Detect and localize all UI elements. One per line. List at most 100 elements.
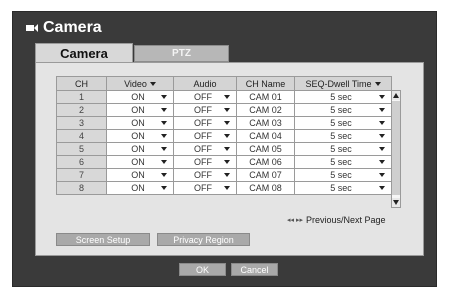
dropdown-arrow-icon[interactable] (379, 160, 385, 164)
dropdown-arrow-icon[interactable] (161, 147, 167, 151)
video-value: ON (131, 157, 145, 167)
dropdown-arrow-icon[interactable] (224, 95, 230, 99)
table-row: 8 ON OFF CAM 08 5 sec (56, 181, 392, 195)
dropdown-arrow-icon[interactable] (224, 147, 230, 151)
scroll-up-icon[interactable] (392, 91, 400, 100)
dropdown-arrow-icon[interactable] (161, 173, 167, 177)
screen-setup-button[interactable]: Screen Setup (56, 233, 150, 246)
dwell-time-value: 5 sec (330, 118, 352, 128)
audio-select[interactable]: OFF (173, 90, 237, 104)
ok-button[interactable]: OK (179, 263, 226, 276)
channel-name[interactable]: CAM 04 (236, 129, 295, 143)
dropdown-arrow-icon[interactable] (379, 95, 385, 99)
audio-select[interactable]: OFF (173, 116, 237, 130)
video-select[interactable]: ON (106, 181, 174, 195)
channel-name[interactable]: CAM 03 (236, 116, 295, 130)
tab-ptz[interactable]: PTZ (134, 45, 229, 62)
dropdown-arrow-icon[interactable] (379, 108, 385, 112)
camera-icon (26, 24, 38, 32)
dropdown-arrow-icon[interactable] (161, 134, 167, 138)
dwell-time-select[interactable]: 5 sec (294, 142, 392, 156)
dwell-time-select[interactable]: 5 sec (294, 129, 392, 143)
dwell-time-value: 5 sec (330, 170, 352, 180)
video-select[interactable]: ON (106, 168, 174, 182)
dropdown-arrow-icon[interactable] (161, 160, 167, 164)
header-ch-name: CH Name (236, 76, 295, 91)
audio-select[interactable]: OFF (173, 103, 237, 117)
dialog-title-text: Camera (43, 19, 102, 36)
table-row: 4 ON OFF CAM 04 5 sec (56, 129, 392, 143)
dwell-time-value: 5 sec (330, 92, 352, 102)
dropdown-arrow-icon[interactable] (379, 173, 385, 177)
video-select[interactable]: ON (106, 129, 174, 143)
channel-name[interactable]: CAM 05 (236, 142, 295, 156)
channel-name[interactable]: CAM 07 (236, 168, 295, 182)
channel-name[interactable]: CAM 01 (236, 90, 295, 104)
header-video[interactable]: Video (106, 76, 174, 91)
channel-number: 4 (56, 129, 107, 143)
channel-number: 2 (56, 103, 107, 117)
dropdown-arrow-icon[interactable] (224, 186, 230, 190)
video-select[interactable]: ON (106, 142, 174, 156)
tab-camera[interactable]: Camera (35, 43, 133, 62)
video-value: ON (131, 92, 145, 102)
channel-number: 1 (56, 90, 107, 104)
audio-value: OFF (194, 118, 212, 128)
channel-name[interactable]: CAM 08 (236, 181, 295, 195)
dropdown-arrow-icon[interactable] (161, 95, 167, 99)
dwell-time-select[interactable]: 5 sec (294, 116, 392, 130)
dropdown-arrow-icon[interactable] (161, 121, 167, 125)
audio-select[interactable]: OFF (173, 181, 237, 195)
audio-select[interactable]: OFF (173, 168, 237, 182)
scroll-down-icon[interactable] (392, 198, 400, 207)
dwell-time-select[interactable]: 5 sec (294, 181, 392, 195)
dwell-time-value: 5 sec (330, 183, 352, 193)
channel-name[interactable]: CAM 06 (236, 155, 295, 169)
dropdown-arrow-icon[interactable] (161, 186, 167, 190)
dwell-time-select[interactable]: 5 sec (294, 168, 392, 182)
channel-number: 5 (56, 142, 107, 156)
audio-value: OFF (194, 92, 212, 102)
video-value: ON (131, 144, 145, 154)
table-scrollbar[interactable] (391, 90, 401, 208)
video-select[interactable]: ON (106, 155, 174, 169)
dropdown-arrow-icon[interactable] (161, 108, 167, 112)
dwell-time-select[interactable]: 5 sec (294, 155, 392, 169)
dropdown-arrow-icon[interactable] (224, 173, 230, 177)
camera-table: CH Video Audio CH Name SEQ-Dwell Time 1 O… (56, 76, 392, 195)
dwell-time-select[interactable]: 5 sec (294, 90, 392, 104)
table-row: 6 ON OFF CAM 06 5 sec (56, 155, 392, 169)
video-value: ON (131, 131, 145, 141)
page-navigation[interactable]: ◂◂ ▸▸ Previous/Next Page (287, 215, 386, 225)
dialog-title: Camera (26, 18, 102, 38)
dropdown-arrow-icon[interactable] (224, 108, 230, 112)
audio-select[interactable]: OFF (173, 155, 237, 169)
dwell-time-select[interactable]: 5 sec (294, 103, 392, 117)
audio-value: OFF (194, 170, 212, 180)
dwell-time-value: 5 sec (330, 144, 352, 154)
dropdown-arrow-icon[interactable] (224, 160, 230, 164)
audio-select[interactable]: OFF (173, 129, 237, 143)
dropdown-arrow-icon[interactable] (224, 121, 230, 125)
privacy-region-button[interactable]: Privacy Region (157, 233, 250, 246)
video-select[interactable]: ON (106, 116, 174, 130)
scroll-thumb[interactable] (392, 101, 400, 195)
header-seq-dwell-time[interactable]: SEQ-Dwell Time (294, 76, 392, 91)
dwell-time-value: 5 sec (330, 157, 352, 167)
header-audio: Audio (173, 76, 237, 91)
prev-next-icon[interactable]: ◂◂ ▸▸ (287, 216, 303, 224)
video-value: ON (131, 118, 145, 128)
dropdown-arrow-icon[interactable] (379, 121, 385, 125)
dropdown-arrow-icon[interactable] (224, 134, 230, 138)
table-header-row: CH Video Audio CH Name SEQ-Dwell Time (56, 76, 392, 91)
video-select[interactable]: ON (106, 90, 174, 104)
audio-select[interactable]: OFF (173, 142, 237, 156)
audio-value: OFF (194, 131, 212, 141)
channel-name[interactable]: CAM 02 (236, 103, 295, 117)
table-row: 5 ON OFF CAM 05 5 sec (56, 142, 392, 156)
dropdown-arrow-icon[interactable] (379, 147, 385, 151)
dropdown-arrow-icon[interactable] (379, 134, 385, 138)
cancel-button[interactable]: Cancel (231, 263, 278, 276)
dropdown-arrow-icon[interactable] (379, 186, 385, 190)
video-select[interactable]: ON (106, 103, 174, 117)
